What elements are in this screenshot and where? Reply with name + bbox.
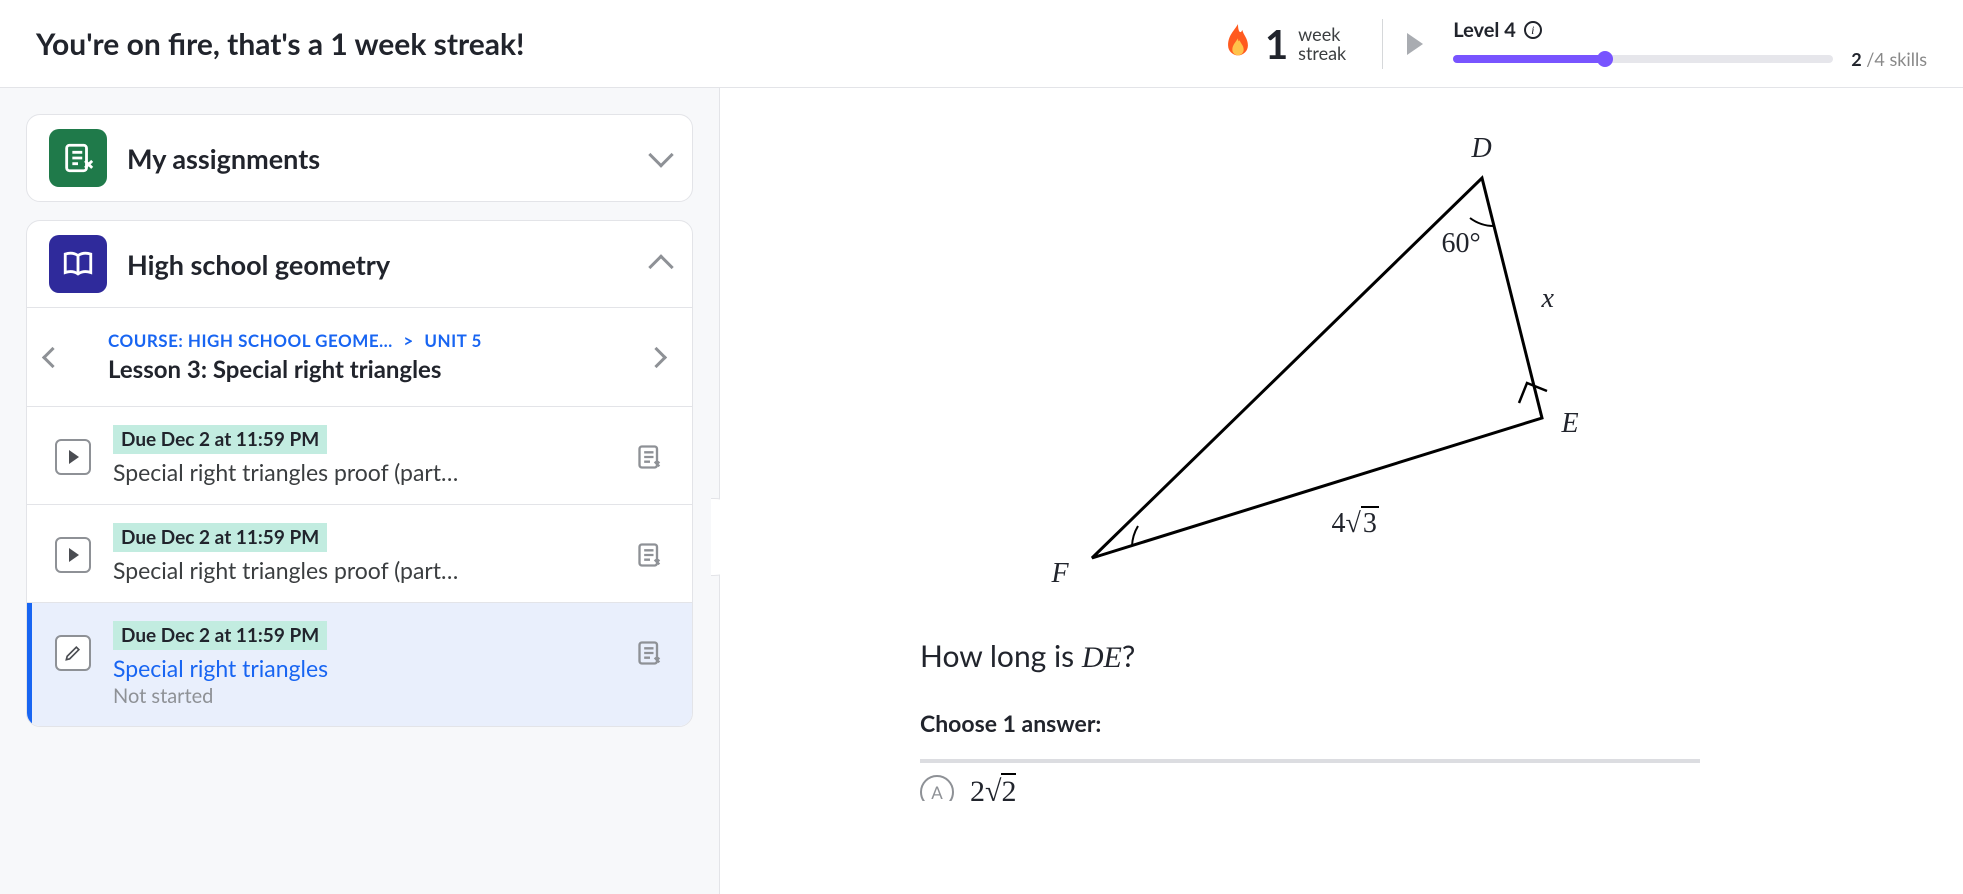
- lesson-item[interactable]: Due Dec 2 at 11:59 PM Special right tria…: [27, 406, 692, 504]
- level-block: Level 4 i 2 /4 skills: [1453, 18, 1927, 70]
- lesson-item-active[interactable]: Due Dec 2 at 11:59 PM Special right tria…: [27, 602, 692, 726]
- lesson-title: Lesson 3: Special right triangles: [108, 355, 631, 384]
- item-title: Special right triangles: [113, 654, 523, 682]
- skills-count: 2 /4 skills: [1851, 48, 1927, 70]
- due-badge: Due Dec 2 at 11:59 PM: [113, 425, 327, 454]
- option-value: 2√2: [970, 775, 1016, 801]
- assigned-icon: [636, 541, 664, 569]
- streak-number: 1: [1265, 24, 1288, 64]
- streak-message: You're on fire, that's a 1 week streak!: [36, 26, 524, 62]
- option-letter: A: [920, 775, 954, 801]
- question-text: How long is DE?: [920, 638, 1963, 675]
- side-de-label: x: [1542, 283, 1554, 315]
- item-title: Special right triangles proof (part…: [113, 458, 523, 486]
- breadcrumb-course-link[interactable]: COURSE: HIGH SCHOOL GEOME…: [108, 330, 393, 351]
- breadcrumb-unit-link[interactable]: UNIT 5: [424, 330, 481, 351]
- due-badge: Due Dec 2 at 11:59 PM: [113, 621, 327, 650]
- course-card: High school geometry COURSE: HIGH SCHOOL…: [26, 220, 693, 727]
- level-label: Level 4: [1453, 18, 1516, 42]
- triangle-figure: D E F 60° x 4√3: [1022, 128, 1662, 598]
- angle-d-label: 60°: [1442, 228, 1481, 260]
- info-icon[interactable]: i: [1524, 21, 1542, 39]
- play-icon[interactable]: [1407, 33, 1423, 55]
- next-lesson-button[interactable]: [646, 346, 667, 367]
- video-icon: [55, 439, 91, 475]
- chevron-up-icon: [648, 254, 673, 279]
- assigned-icon: [636, 639, 664, 667]
- top-bar: You're on fire, that's a 1 week streak! …: [0, 0, 1963, 88]
- assigned-icon: [636, 443, 664, 471]
- exercise-icon: [55, 635, 91, 671]
- question-block: How long is DE? Choose 1 answer: A 2√2: [920, 638, 1963, 801]
- book-icon: [49, 235, 107, 293]
- lesson-nav: COURSE: HIGH SCHOOL GEOME… > UNIT 5 Less…: [27, 307, 692, 406]
- vertex-d-label: D: [1472, 133, 1492, 165]
- item-title: Special right triangles proof (part…: [113, 556, 523, 584]
- answer-divider: [920, 759, 1700, 763]
- lesson-item[interactable]: Due Dec 2 at 11:59 PM Special right tria…: [27, 504, 692, 602]
- streak-label: week streak: [1298, 25, 1346, 63]
- choose-label: Choose 1 answer:: [920, 709, 1963, 737]
- chevron-down-icon: [648, 142, 673, 167]
- prev-lesson-button[interactable]: [42, 346, 63, 367]
- progress-fill: [1453, 55, 1605, 63]
- sidebar: My assignments High school geometry: [0, 88, 720, 894]
- content-area: D E F 60° x 4√3 How long is DE? Choose 1…: [720, 88, 1963, 894]
- assignments-icon: [49, 129, 107, 187]
- fire-icon: [1221, 24, 1255, 64]
- vertex-e-label: E: [1562, 408, 1579, 440]
- side-fe-label: 4√3: [1332, 508, 1379, 540]
- my-assignments-card[interactable]: My assignments: [26, 114, 693, 202]
- due-badge: Due Dec 2 at 11:59 PM: [113, 523, 327, 552]
- vertex-f-label: F: [1052, 558, 1069, 590]
- item-status: Not started: [113, 684, 614, 708]
- progress-bar: [1453, 55, 1833, 63]
- lesson-list: Due Dec 2 at 11:59 PM Special right tria…: [27, 406, 692, 726]
- streak-block: 1 week streak: [1221, 24, 1346, 64]
- divider: [1382, 19, 1383, 69]
- course-card-header[interactable]: High school geometry: [27, 221, 692, 307]
- course-title: High school geometry: [127, 248, 632, 281]
- video-icon: [55, 537, 91, 573]
- answer-option-a[interactable]: A 2√2: [920, 773, 1963, 801]
- breadcrumb: COURSE: HIGH SCHOOL GEOME… > UNIT 5: [108, 330, 631, 351]
- my-assignments-label: My assignments: [127, 142, 632, 175]
